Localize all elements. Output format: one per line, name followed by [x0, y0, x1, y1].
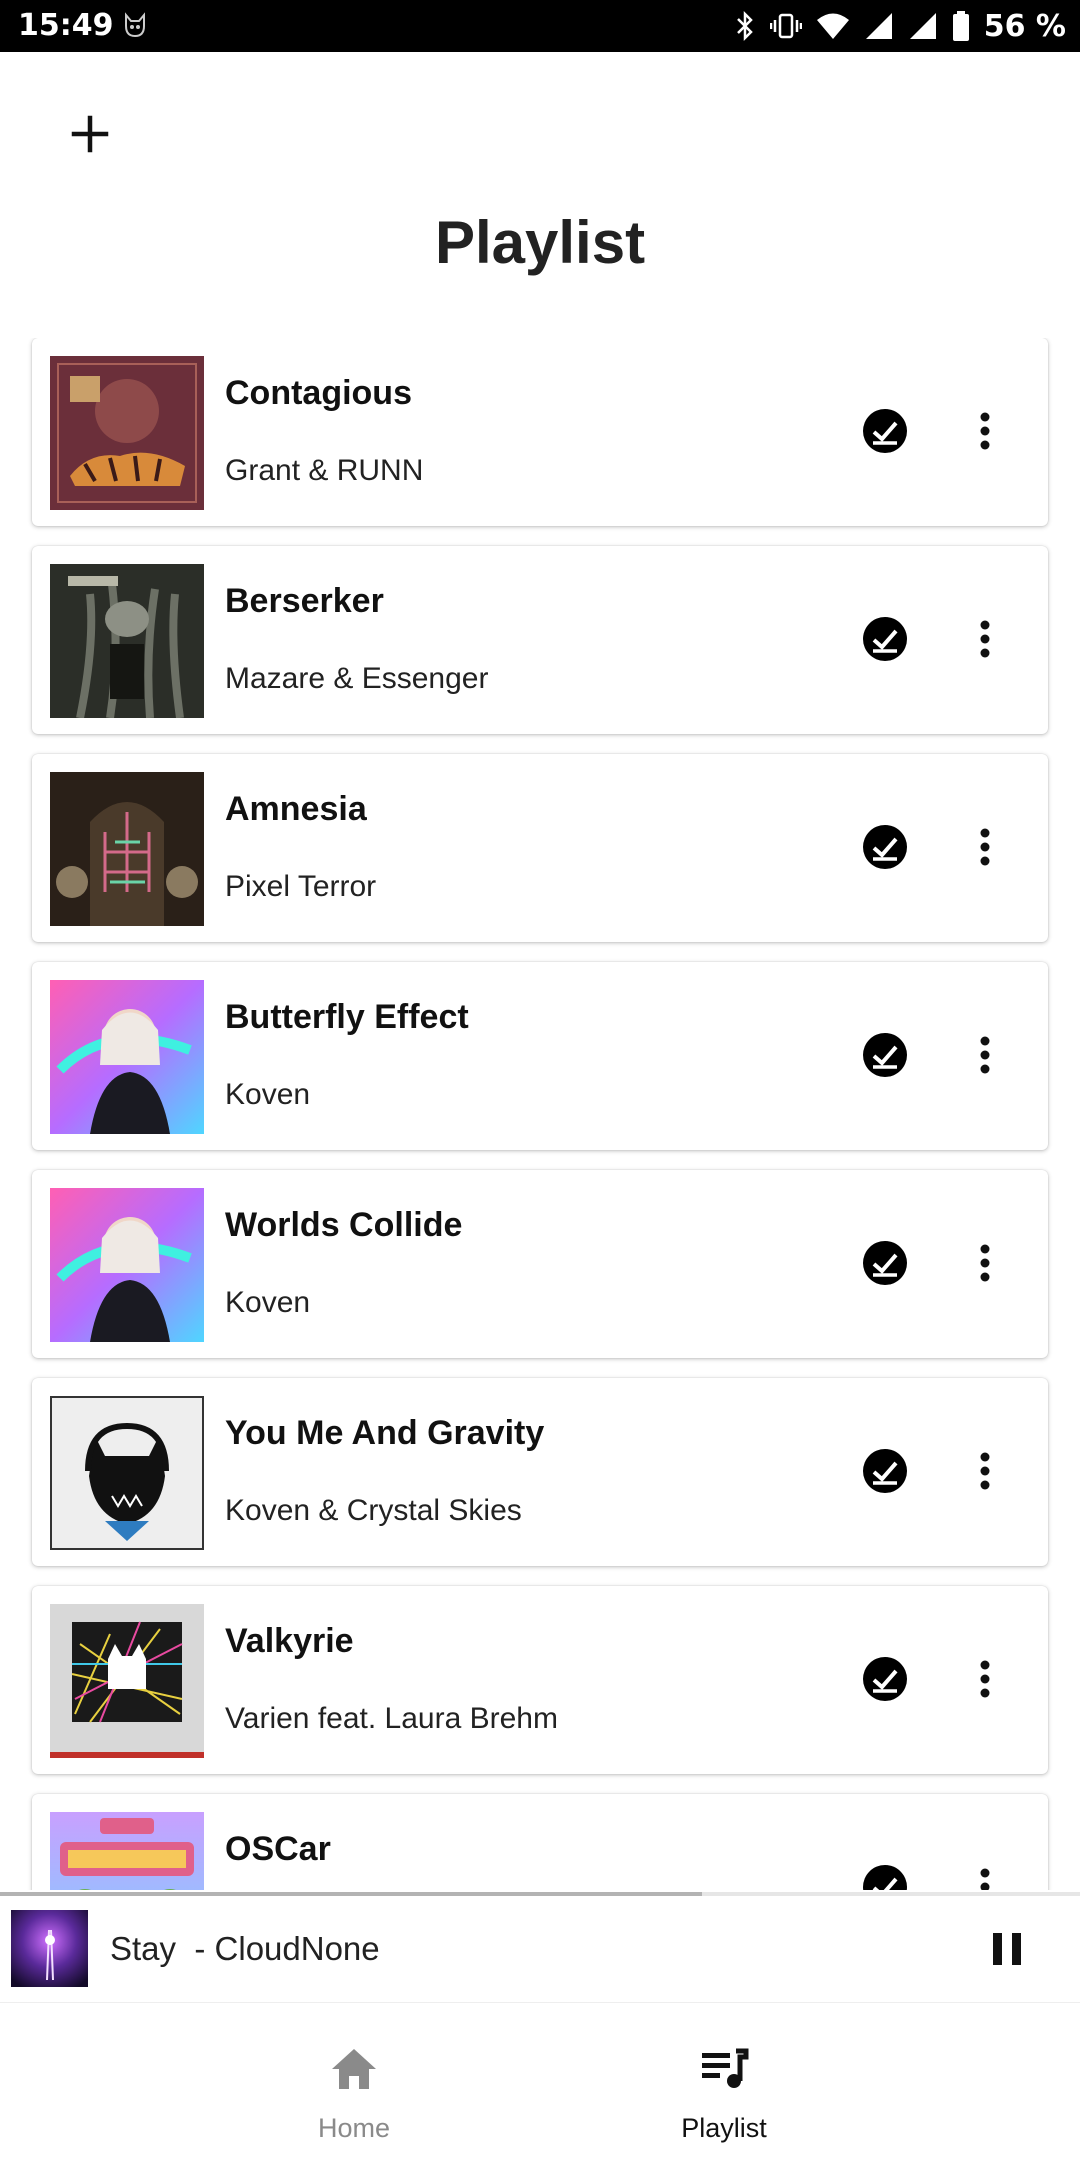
signal-icon-2 — [909, 13, 936, 39]
more-options-icon[interactable] — [962, 408, 1008, 454]
song-artist: Grant & RUNN — [225, 454, 424, 487]
song-title: Berserker — [225, 582, 384, 620]
album-art — [50, 356, 204, 510]
list-item[interactable]: Contagious Grant & RUNN — [32, 338, 1048, 526]
wifi-icon — [816, 13, 849, 39]
album-art — [50, 1604, 204, 1758]
bluetooth-icon — [736, 10, 753, 42]
signal-icon — [865, 13, 892, 39]
downloaded-check-icon[interactable] — [862, 824, 908, 870]
list-item[interactable]: Valkyrie Varien feat. Laura Brehm — [32, 1586, 1048, 1774]
nav-playlist-label: Playlist — [681, 2113, 767, 2143]
playlist-icon — [702, 2048, 749, 2088]
more-options-icon[interactable] — [962, 1032, 1008, 1078]
song-artist: Mazare & Essenger — [225, 662, 489, 695]
status-icons: 56 % — [734, 6, 1066, 46]
song-title: OSCar — [225, 1830, 331, 1868]
list-item[interactable]: Berserker Mazare & Essenger — [32, 546, 1048, 734]
song-artist: Pixel Terror — [225, 870, 377, 903]
more-options-icon[interactable] — [962, 1448, 1008, 1494]
album-art — [50, 1812, 204, 1890]
more-options-icon[interactable] — [962, 1656, 1008, 1702]
now-playing-text: Stay - CloudNone — [110, 1930, 380, 1967]
list-item[interactable]: Amnesia Pixel Terror — [32, 754, 1048, 942]
notification-app-icon — [125, 12, 145, 38]
list-item[interactable]: You Me And Gravity Koven & Crystal Skies — [32, 1378, 1048, 1566]
more-options-icon[interactable] — [962, 824, 1008, 870]
song-artist: Varien feat. Laura Brehm — [225, 1702, 558, 1735]
nav-playlist[interactable]: Playlist — [454, 2003, 994, 2160]
song-artist: Koven — [225, 1078, 311, 1111]
more-options-icon[interactable] — [962, 616, 1008, 662]
bottom-navigation: Home Playlist — [0, 2003, 1080, 2160]
list-item[interactable]: Butterfly Effect Koven — [32, 962, 1048, 1150]
status-bar: 15:49 56 % — [0, 0, 1080, 52]
album-art — [50, 980, 204, 1134]
song-title: You Me And Gravity — [225, 1414, 545, 1452]
downloaded-check-icon[interactable] — [862, 616, 908, 662]
album-art — [50, 1396, 204, 1550]
song-artist: Koven & Crystal Skies — [225, 1494, 522, 1527]
album-art — [50, 772, 204, 926]
playlist-list[interactable]: Contagious Grant & RUNN Berserker Mazare… — [0, 338, 1080, 1890]
battery-percent: 56 % — [983, 8, 1066, 44]
status-time: 15:49 — [18, 8, 114, 43]
battery-icon — [952, 11, 969, 41]
mini-player[interactable]: Stay - CloudNone — [0, 1896, 1080, 2003]
add-icon[interactable] — [64, 108, 116, 160]
pause-icon[interactable] — [986, 1928, 1028, 1970]
downloaded-check-icon[interactable] — [862, 1448, 908, 1494]
list-item[interactable]: OSCar — [32, 1794, 1048, 1890]
song-artist: Koven — [225, 1286, 311, 1319]
downloaded-check-icon[interactable] — [862, 1032, 908, 1078]
song-title: Worlds Collide — [225, 1206, 463, 1244]
vibrate-icon — [769, 13, 802, 39]
downloaded-check-icon[interactable] — [862, 1864, 908, 1890]
page-title: Playlist — [434, 209, 646, 276]
song-title: Valkyrie — [225, 1622, 354, 1660]
album-art — [50, 564, 204, 718]
song-title: Butterfly Effect — [225, 998, 469, 1036]
more-options-icon[interactable] — [962, 1240, 1008, 1286]
song-title: Contagious — [225, 374, 412, 412]
now-playing-album-art — [11, 1910, 88, 1987]
home-icon — [332, 2049, 376, 2089]
downloaded-check-icon[interactable] — [862, 1240, 908, 1286]
list-item[interactable]: Worlds Collide Koven — [32, 1170, 1048, 1358]
downloaded-check-icon[interactable] — [862, 1656, 908, 1702]
more-options-icon[interactable] — [962, 1864, 1008, 1890]
song-title: Amnesia — [225, 790, 367, 828]
downloaded-check-icon[interactable] — [862, 408, 908, 454]
album-art — [50, 1188, 204, 1342]
